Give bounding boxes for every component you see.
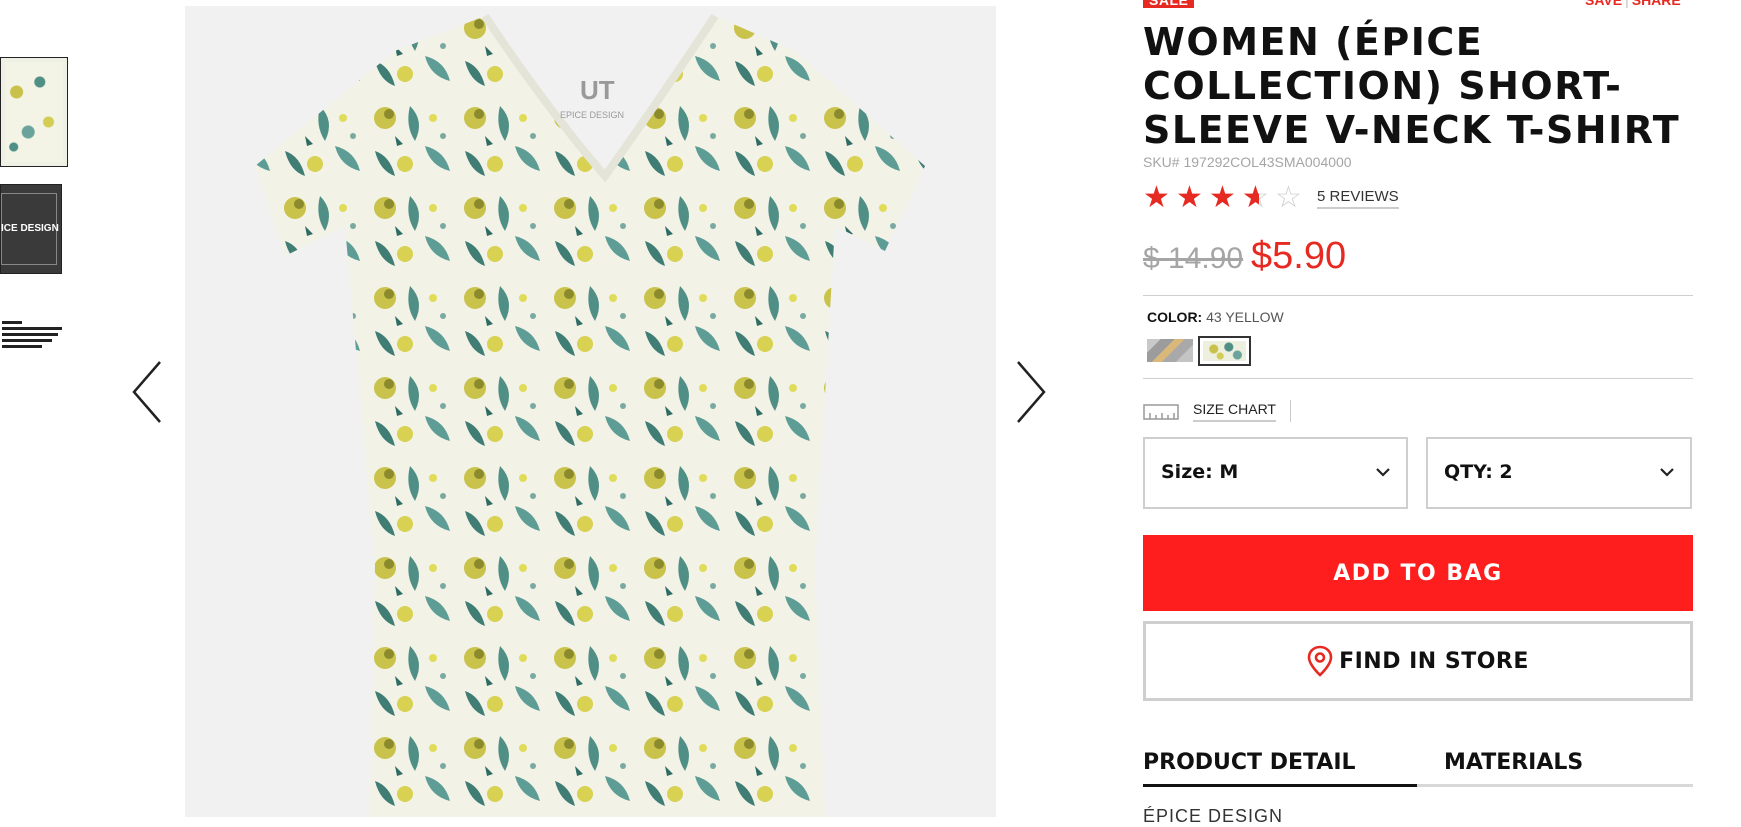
location-pin-icon: [1307, 645, 1333, 677]
color-label: COLOR: 43 YELLOW: [1147, 309, 1284, 325]
tshirt-illustration: UT EPICE DESIGN: [255, 13, 925, 817]
chevron-left-icon: [132, 361, 161, 423]
size-select[interactable]: Size: M: [1143, 437, 1408, 509]
color-swatch-yellow[interactable]: [1198, 336, 1251, 366]
ruler-icon: [1143, 404, 1179, 420]
chevron-down-icon: [1660, 468, 1674, 477]
svg-text:UT: UT: [580, 75, 615, 105]
star-empty-icon: ☆: [1275, 180, 1302, 215]
thumbnail-1-image: [5, 62, 63, 162]
size-chart-separator: [1290, 400, 1291, 422]
save-share-links: SAVE | SHARE: [1585, 0, 1681, 8]
save-share-separator: |: [1625, 0, 1629, 8]
chevron-right-icon: [1017, 361, 1046, 423]
color-swatch-gray[interactable]: [1147, 339, 1193, 362]
sale-price: $5.90: [1251, 235, 1347, 277]
product-sku: SKU# 197292COL43SMA004000: [1143, 154, 1352, 170]
product-tabs: PRODUCT DETAIL MATERIALS: [1143, 748, 1693, 787]
quantity-select[interactable]: QTY: 2: [1426, 437, 1692, 509]
star-icon: ★: [1176, 180, 1203, 215]
save-link[interactable]: SAVE: [1585, 0, 1622, 8]
star-icon: ★: [1209, 180, 1236, 215]
svg-text:EPICE DESIGN: EPICE DESIGN: [560, 110, 624, 120]
product-title: WOMEN (ÉPICE COLLECTION) SHORT-SLEEVE V-…: [1143, 20, 1681, 152]
divider: [1143, 378, 1693, 379]
thumbnail-2[interactable]: ICE DESIGN: [0, 184, 62, 274]
reviews-link[interactable]: 5 REVIEWS: [1317, 188, 1399, 209]
tab-product-detail[interactable]: PRODUCT DETAIL: [1143, 750, 1417, 787]
color-swatch-yellow-fill: [1203, 341, 1246, 361]
product-image: UT EPICE DESIGN: [185, 6, 996, 817]
share-link[interactable]: SHARE: [1632, 0, 1681, 8]
size-chart-link[interactable]: SIZE CHART: [1193, 401, 1276, 422]
find-in-store-button[interactable]: FIND IN STORE: [1143, 621, 1693, 701]
brand-tag: UT EPICE DESIGN: [560, 75, 624, 120]
chevron-down-icon: [1376, 468, 1390, 477]
color-label-key: COLOR:: [1147, 309, 1203, 325]
thumbnail-3[interactable]: [0, 318, 66, 368]
original-price: $ 14.90: [1143, 242, 1244, 275]
tab-materials[interactable]: MATERIALS: [1444, 750, 1583, 775]
star-half-icon: ☆: [1242, 183, 1275, 214]
thumbnail-1[interactable]: [0, 57, 68, 167]
thumbnail-2-text: ICE DESIGN: [1, 223, 59, 234]
quantity-select-label: QTY: 2: [1444, 461, 1513, 483]
star-icon: ★: [1143, 180, 1170, 215]
add-to-bag-button[interactable]: ADD TO BAG: [1143, 535, 1693, 611]
next-image-button[interactable]: [1010, 360, 1050, 424]
divider: [1143, 295, 1693, 296]
star-rating: ★ ★ ★ ☆ ☆: [1143, 180, 1308, 215]
color-value: 43 YELLOW: [1206, 309, 1284, 325]
previous-image-button[interactable]: [130, 360, 170, 424]
sale-badge: SALE: [1143, 0, 1195, 8]
size-select-label: Size: M: [1161, 461, 1239, 483]
find-in-store-label: FIND IN STORE: [1339, 648, 1529, 674]
